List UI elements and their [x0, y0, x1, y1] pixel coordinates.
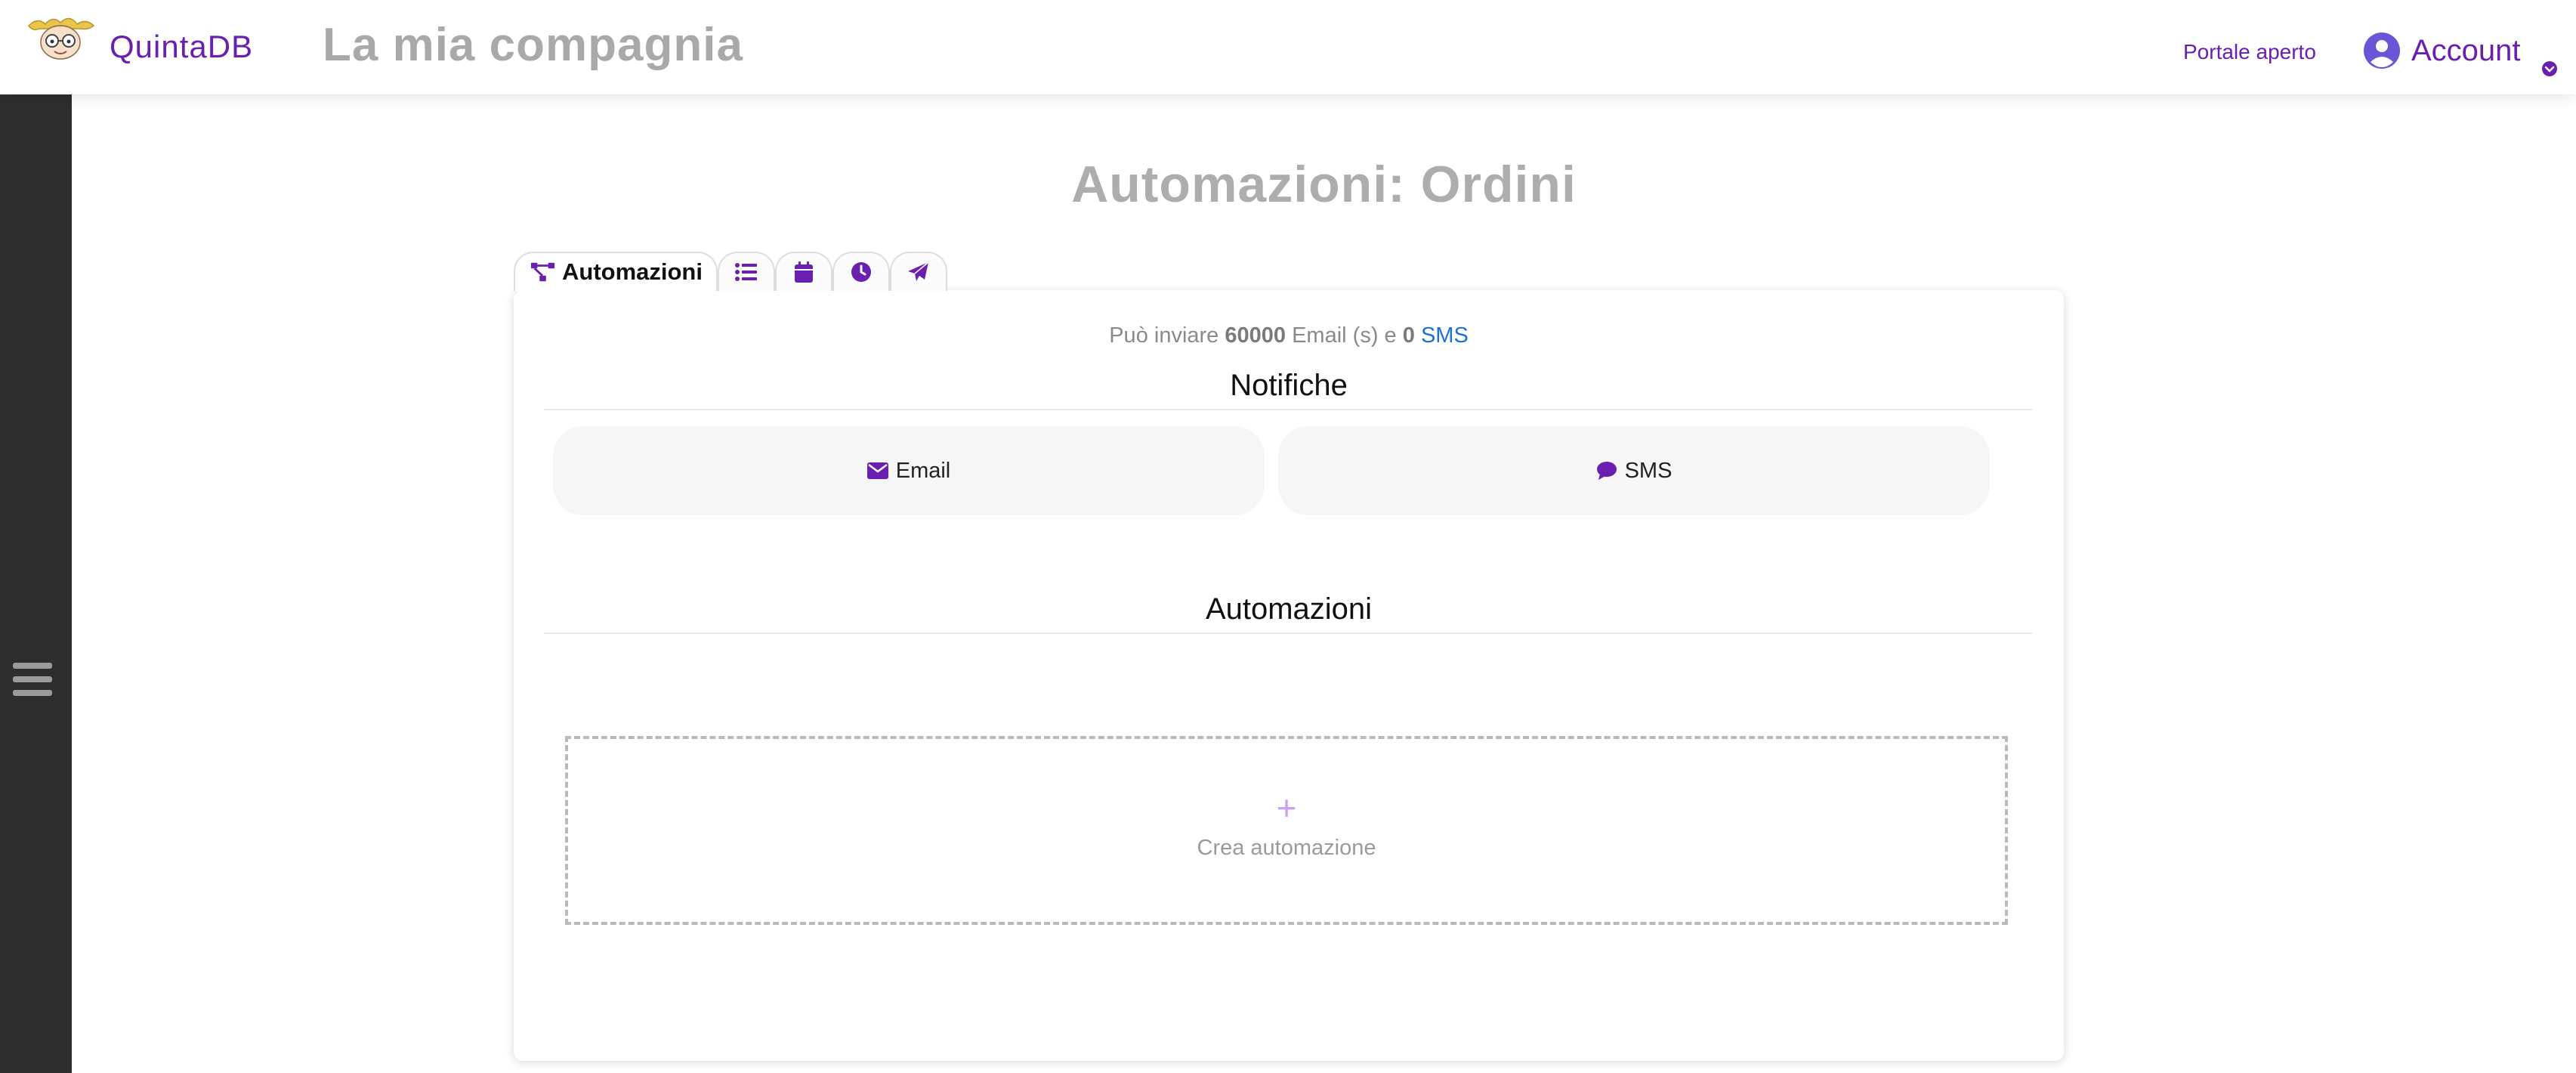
tab-automazioni[interactable]: Automazioni: [514, 252, 718, 291]
list-icon: [735, 263, 757, 281]
create-automation-label: Crea automazione: [1197, 836, 1376, 860]
plus-icon: +: [1276, 788, 1297, 827]
company-name: La mia compagnia: [323, 19, 743, 71]
automations-title: Automazioni: [1205, 592, 1373, 626]
user-circle-icon: [2364, 32, 2400, 69]
comment-icon: [1596, 462, 1617, 480]
email-notification-button[interactable]: Email: [553, 426, 1265, 515]
menu-icon[interactable]: [13, 663, 52, 697]
notifications-divider: [544, 409, 2032, 410]
logo-icon[interactable]: [23, 15, 98, 62]
sitemap-icon: [530, 262, 555, 282]
account-label: Account: [2411, 33, 2521, 67]
calendar-icon: [795, 261, 813, 283]
sidebar: [0, 94, 72, 1073]
quota-email-text: Email (s) e: [1292, 323, 1397, 348]
envelope-icon: [866, 462, 888, 479]
clock-icon: [851, 262, 871, 282]
quota-email-count: 60000: [1225, 323, 1286, 348]
chevron-down-icon[interactable]: [2541, 60, 2558, 77]
tab-send[interactable]: [890, 252, 947, 291]
page-title: Automazioni: Ordini: [1071, 156, 1577, 213]
paper-plane-icon: [908, 261, 929, 281]
automations-divider: [544, 632, 2032, 634]
account-menu[interactable]: Account: [2363, 32, 2521, 70]
top-header: QuintaDB La mia compagnia Portale aperto…: [0, 0, 2576, 94]
sms-notification-button[interactable]: SMS: [1278, 426, 1990, 515]
send-quota: Può inviare 60000 Email (s) e 0 SMS: [514, 323, 2064, 348]
create-automation-button[interactable]: + Crea automazione: [565, 736, 2008, 925]
sms-label: SMS: [1624, 458, 1673, 483]
email-label: Email: [895, 458, 951, 483]
tab-calendar[interactable]: [775, 252, 832, 291]
quota-sms-count: 0: [1402, 323, 1415, 348]
tab-schedule[interactable]: [832, 252, 890, 291]
brand-name[interactable]: QuintaDB: [110, 29, 253, 65]
automation-card: Può inviare 60000 Email (s) e 0 SMS Noti…: [514, 290, 2064, 1061]
notifications-title: Notifiche: [1230, 369, 1348, 402]
quota-sms-link[interactable]: SMS: [1421, 323, 1469, 348]
tab-list[interactable]: [718, 252, 775, 291]
tab-label: Automazioni: [562, 258, 703, 285]
automation-tabs: Automazioni: [514, 252, 947, 291]
quota-prefix: Può inviare: [1109, 323, 1219, 348]
open-portal-link[interactable]: Portale aperto: [2183, 40, 2316, 64]
